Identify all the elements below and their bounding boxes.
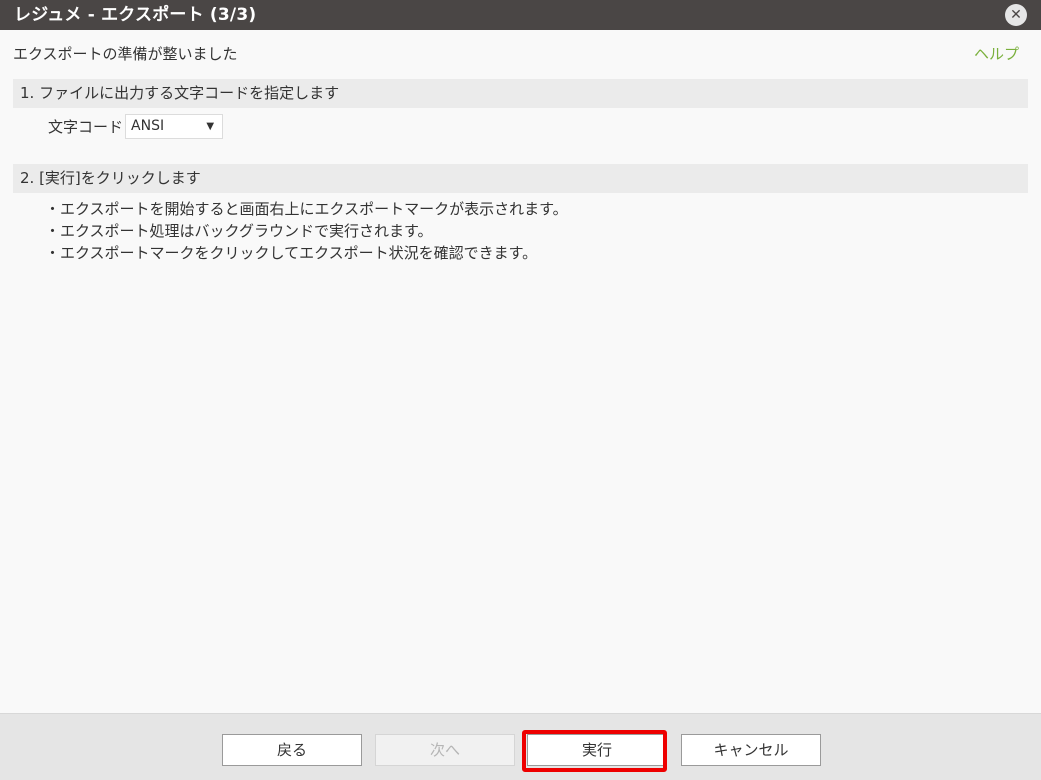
dialog-footer: 戻る 次へ 実行 キャンセル — [0, 713, 1041, 780]
export-dialog: レジュメ - エクスポート (3/3) ✕ エクスポートの準備が整いました ヘル… — [0, 0, 1041, 780]
list-item: ・エクスポート処理はバックグラウンドで実行されます。 — [45, 222, 433, 240]
encoding-value: ANSI — [131, 117, 165, 134]
list-item: ・エクスポートマークをクリックしてエクスポート状況を確認できます。 — [45, 244, 538, 262]
dialog-title: レジュメ - エクスポート (3/3) — [14, 5, 257, 25]
chevron-down-icon: ▼ — [206, 120, 215, 132]
step1-heading: 1. ファイルに出力する文字コードを指定します — [13, 79, 1028, 108]
step2-notes: ・エクスポートを開始すると画面右上にエクスポートマークが表示されます。 ・エクス… — [45, 198, 568, 264]
step2-heading: 2. [実行]をクリックします — [13, 164, 1028, 193]
dialog-titlebar: レジュメ - エクスポート (3/3) ✕ — [0, 0, 1041, 30]
help-link[interactable]: ヘルプ — [974, 44, 1019, 64]
list-item: ・エクスポートを開始すると画面右上にエクスポートマークが表示されます。 — [45, 200, 568, 218]
run-button[interactable]: 実行 — [527, 734, 667, 766]
encoding-label: 文字コード — [48, 117, 124, 136]
status-message: エクスポートの準備が整いました — [13, 45, 238, 63]
close-icon[interactable]: ✕ — [1005, 4, 1027, 26]
cancel-button[interactable]: キャンセル — [681, 734, 821, 766]
encoding-select[interactable]: ANSI ▼ — [125, 113, 224, 139]
back-button[interactable]: 戻る — [222, 734, 362, 766]
next-button: 次へ — [375, 734, 515, 766]
encoding-row: 文字コード ANSI ▼ — [48, 113, 224, 139]
